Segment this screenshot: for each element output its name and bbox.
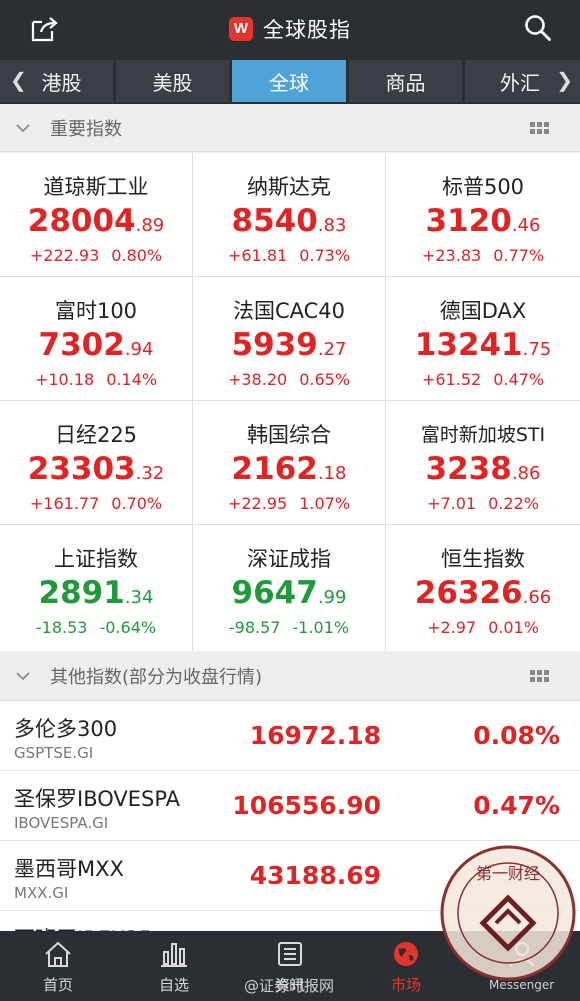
chevron-down-icon[interactable] <box>16 669 30 683</box>
tab-forex[interactable]: 外汇 ❯ <box>465 60 580 102</box>
nav-watchlist[interactable]: 自选 <box>116 931 232 1001</box>
index-cell-ftse100[interactable]: 富时100 7302.94 +10.18 0.14% <box>0 277 193 401</box>
chevron-down-icon[interactable] <box>16 121 30 135</box>
globe-icon <box>394 942 418 966</box>
index-cell-kospi[interactable]: 韩国综合 2162.18 +22.95 1.07% <box>193 401 386 525</box>
index-cell-sti[interactable]: 富时新加坡STI 3238.86 +7.01 0.22% <box>386 401 580 525</box>
list-item[interactable]: 多伦多300 GSPTSE.GI 16972.18 0.08% <box>0 701 580 771</box>
index-cell-hsi[interactable]: 恒生指数 26326.66 +2.97 0.01% <box>386 525 580 651</box>
market-tabs: ❮ 港股 美股 全球 商品 外汇 ❯ <box>0 58 580 104</box>
home-icon <box>45 941 71 967</box>
index-cell-sse[interactable]: 上证指数 2891.34 -18.53 -0.64% <box>0 525 193 651</box>
index-cell-dji[interactable]: 道琼斯工业 28004.89 +222.93 0.80% <box>0 153 193 277</box>
index-cell-cac40[interactable]: 法国CAC40 5939.27 +38.20 0.65% <box>193 277 386 401</box>
chevron-left-icon[interactable]: ❮ <box>10 68 27 92</box>
section-title: 重要指数 <box>50 118 122 140</box>
chevron-right-icon[interactable]: ❯ <box>556 68 573 92</box>
grid-view-icon[interactable] <box>530 120 550 136</box>
stamp-text: 第一财经 <box>476 864 540 883</box>
index-cell-dax[interactable]: 德国DAX 13241.75 +61.52 0.47% <box>386 277 580 401</box>
tab-global[interactable]: 全球 <box>232 60 346 102</box>
news-icon <box>278 942 302 966</box>
nav-home[interactable]: 首页 <box>0 931 116 1001</box>
tab-us[interactable]: 美股 <box>116 60 229 102</box>
index-grid: 道琼斯工业 28004.89 +222.93 0.80% 纳斯达克 8540.83… <box>0 153 580 651</box>
top-bar: W 全球股指 <box>0 0 580 58</box>
index-cell-nikkei225[interactable]: 日经225 23303.32 +161.77 0.70% <box>0 401 193 525</box>
search-icon[interactable] <box>524 14 552 42</box>
tab-commodity[interactable]: 商品 <box>349 60 462 102</box>
section-other-header[interactable]: 其他指数(部分为收盘行情) <box>0 652 580 701</box>
messenger-watermark: Messenger <box>489 978 555 992</box>
tab-hk[interactable]: ❮ 港股 <box>0 60 113 102</box>
section-title: 其他指数(部分为收盘行情) <box>50 667 263 688</box>
grid-view-icon[interactable] <box>530 668 550 684</box>
list-item[interactable]: 圣保罗IBOVESPA IBOVESPA.GI 106556.90 0.47% <box>0 771 580 841</box>
bar-chart-icon <box>161 943 187 967</box>
index-cell-szse[interactable]: 深证成指 9647.99 -98.57 -1.01% <box>193 525 386 651</box>
stamp-watermark-icon: 第一财经 <box>440 845 576 981</box>
index-cell-nasdaq[interactable]: 纳斯达克 8540.83 +61.81 0.73% <box>193 153 386 277</box>
weibo-watermark: @证券时报网 <box>244 977 335 995</box>
index-cell-sp500[interactable]: 标普500 3120.46 +23.83 0.77% <box>386 153 580 277</box>
section-major-header[interactable]: 重要指数 <box>0 104 580 152</box>
app-logo: W <box>229 17 253 41</box>
page-title: 全球股指 <box>263 18 351 42</box>
